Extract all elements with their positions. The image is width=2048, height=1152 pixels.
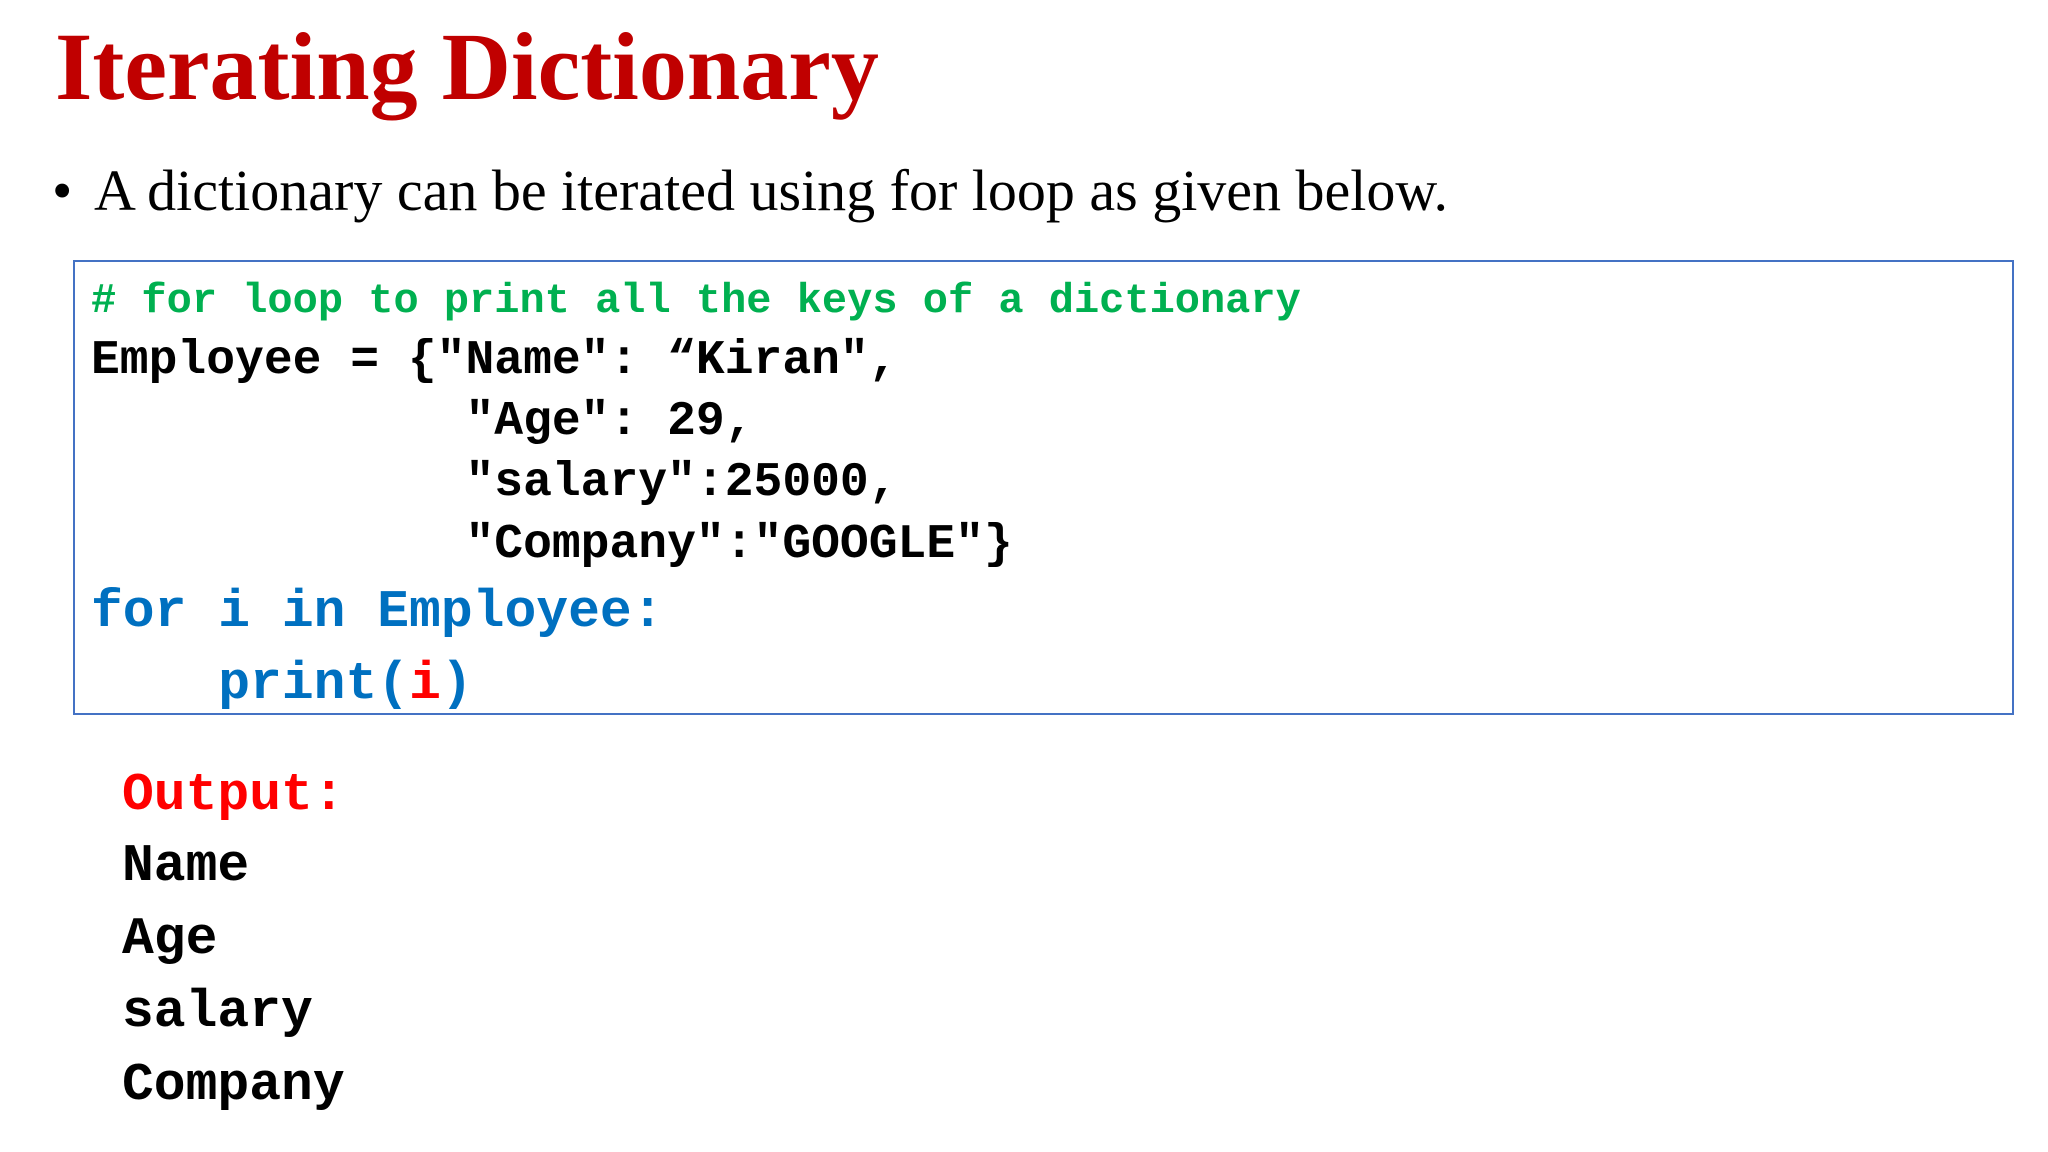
output-block: Output: Name Age salary Company [122,760,345,1122]
output-line: Company [122,1055,345,1115]
code-dict-line: Employee = {"Name": “Kiran", [91,334,898,388]
slide-title: Iterating Dictionary [55,13,879,120]
print-close-paren: ) [440,654,473,714]
bullet-text: A dictionary can be iterated using for l… [94,158,1449,223]
code-block: # for loop to print all the keys of a di… [73,260,2014,715]
bullet-icon: • [52,158,73,223]
code-dict-line: "Age": 29, [91,395,754,449]
output-line: Name [122,836,250,896]
print-function: print( [218,654,410,714]
code-dict-line: "Company":"GOOGLE"} [91,518,1013,572]
code-for-line: for i in Employee: [91,582,664,642]
output-line: salary [122,982,313,1042]
output-line: Age [122,909,218,969]
code-print-line: print(i) [91,652,473,716]
print-variable: i [409,654,441,714]
code-comment: # for loop to print all the keys of a di… [91,277,1301,325]
bullet-point: • A dictionary can be iterated using for … [52,158,1448,225]
print-indent [91,654,218,714]
code-dict-line: "salary":25000, [91,456,898,510]
output-label: Output: [122,765,345,825]
